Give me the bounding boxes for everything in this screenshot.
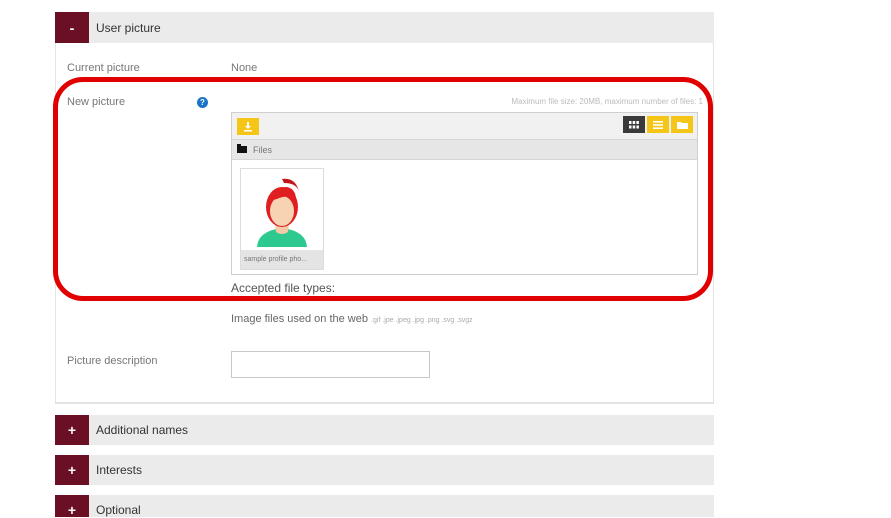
section-title: Additional names xyxy=(96,423,189,437)
picture-description-input[interactable] xyxy=(231,351,430,378)
accepted-types-main: Image files used on the web xyxy=(231,313,368,325)
user-picture-header[interactable]: - User picture xyxy=(55,12,714,43)
interests-header[interactable]: + Interests xyxy=(55,455,714,485)
accepted-types-extensions: .gif .jpe .jpeg .jpg .png .svg .svgz xyxy=(371,317,473,324)
expand-toggle-button[interactable]: + xyxy=(55,495,89,518)
highlight-annotation xyxy=(53,77,713,301)
additional-names-header[interactable]: + Additional names xyxy=(55,415,714,445)
section-title: Optional xyxy=(96,503,141,517)
expand-toggle-button[interactable]: + xyxy=(55,455,89,485)
accepted-types-description: Image files used on the web .gif .jpe .j… xyxy=(231,313,473,325)
expand-toggle-button[interactable]: + xyxy=(55,415,89,445)
current-picture-value: None xyxy=(231,62,258,74)
current-picture-label: Current picture xyxy=(67,62,140,74)
picture-description-label: Picture description xyxy=(67,355,158,367)
collapse-toggle-button[interactable]: - xyxy=(55,12,89,43)
section-title: Interests xyxy=(96,463,143,477)
optional-header[interactable]: + Optional xyxy=(55,495,714,518)
section-title: User picture xyxy=(96,20,161,35)
